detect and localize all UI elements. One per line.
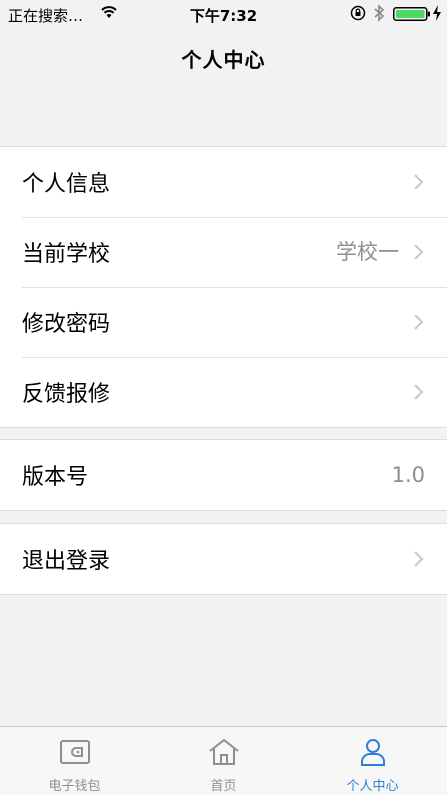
tab-label: 个人中心 xyxy=(346,779,399,794)
row-label: 个人信息 xyxy=(22,172,111,197)
tab-label: 电子钱包 xyxy=(48,779,101,794)
status-bar: 正在搜索… 下午7:32 xyxy=(0,0,447,30)
row-personal-info[interactable]: 个人信息 xyxy=(0,147,447,217)
settings-group: 个人信息 当前学校 学校一 修改密码 反馈报修 xyxy=(0,146,447,428)
row-label: 修改密码 xyxy=(22,312,111,337)
person-icon xyxy=(360,739,385,766)
tab-personal-center[interactable]: 个人中心 xyxy=(298,727,447,795)
version-value: 1.0 xyxy=(391,463,425,487)
rotation-lock-icon xyxy=(350,5,366,25)
chevron-right-icon xyxy=(414,244,424,260)
charging-icon xyxy=(432,4,442,26)
row-value: 学校一 xyxy=(336,240,399,264)
chevron-right-icon xyxy=(414,174,424,190)
chevron-right-icon xyxy=(414,384,424,400)
row-feedback-repair[interactable]: 反馈报修 xyxy=(0,357,447,427)
row-current-school[interactable]: 当前学校 学校一 xyxy=(0,217,447,287)
chevron-right-icon xyxy=(414,551,424,567)
battery-icon xyxy=(393,7,431,25)
home-icon xyxy=(208,738,239,765)
row-label: 当前学校 xyxy=(22,242,111,267)
row-label: 反馈报修 xyxy=(22,382,111,407)
screen: 正在搜索… 下午7:32 个人中心 个人信息 当前学校 学校一 修改密码 反馈报… xyxy=(0,0,447,795)
tab-bar: 电子钱包 首页 个人中心 xyxy=(0,726,447,795)
row-version: 版本号 1.0 xyxy=(0,440,447,510)
bluetooth-icon xyxy=(373,4,385,26)
row-label: 版本号 xyxy=(22,465,89,490)
page-title: 个人中心 xyxy=(181,48,266,72)
row-logout[interactable]: 退出登录 xyxy=(0,524,447,594)
row-label: 退出登录 xyxy=(22,549,111,574)
tab-label: 首页 xyxy=(210,779,237,794)
tab-wallet[interactable]: 电子钱包 xyxy=(0,727,149,795)
logout-group: 退出登录 xyxy=(0,523,447,595)
wallet-icon xyxy=(59,740,90,764)
chevron-right-icon xyxy=(414,314,424,330)
version-group: 版本号 1.0 xyxy=(0,439,447,511)
tab-home[interactable]: 首页 xyxy=(149,727,298,795)
row-change-password[interactable]: 修改密码 xyxy=(0,287,447,357)
